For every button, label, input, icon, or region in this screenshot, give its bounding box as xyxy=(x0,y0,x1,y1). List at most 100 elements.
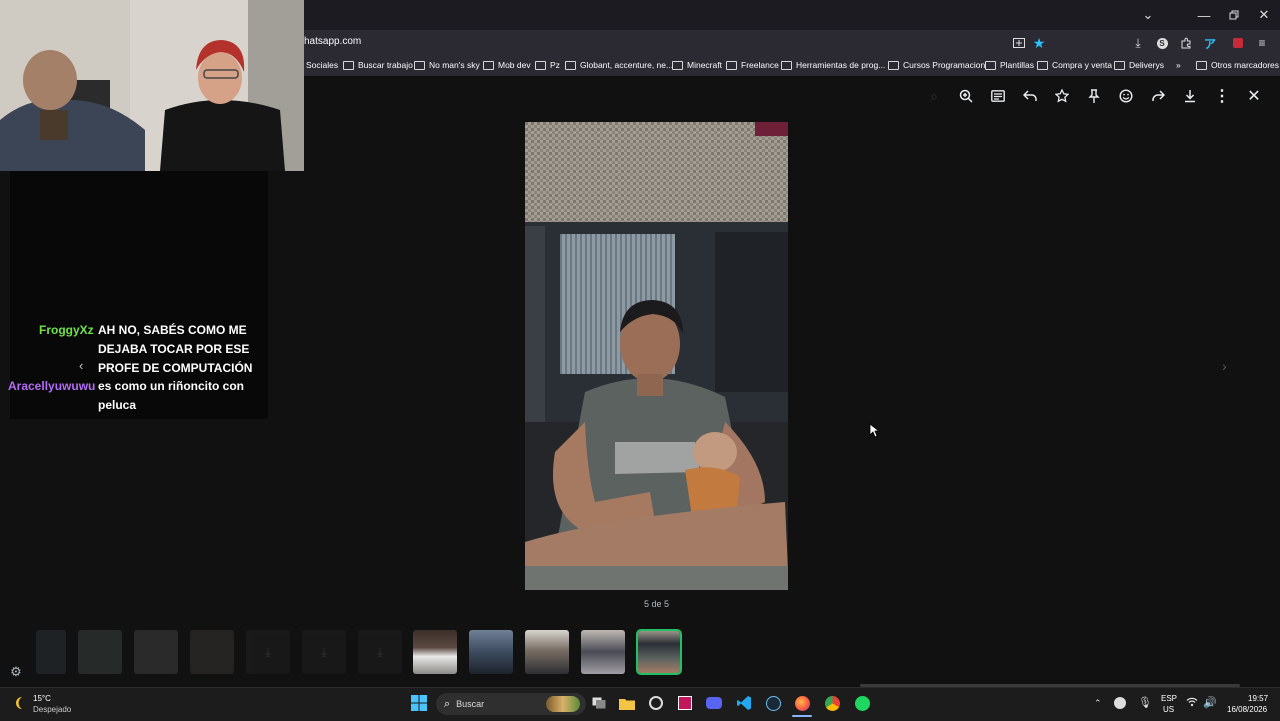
star-icon xyxy=(1055,89,1069,103)
reader-view-icon[interactable] xyxy=(1009,33,1029,53)
message-icon xyxy=(991,90,1005,102)
extensions-icon[interactable] xyxy=(1176,33,1196,53)
thumbnail[interactable] xyxy=(190,630,234,674)
folder-icon xyxy=(1114,60,1125,70)
thumbnail[interactable] xyxy=(36,630,66,674)
stream-chat-overlay: FroggyXz AH NO, SABÉS COMO ME DEJABA TOC… xyxy=(8,171,268,419)
bookmark-folder[interactable]: Freelance xyxy=(726,58,779,72)
active-app-indicator xyxy=(792,715,812,717)
vscode-icon[interactable] xyxy=(733,692,755,714)
account-icon[interactable]: S xyxy=(1152,33,1172,53)
search-icon: ⌕ xyxy=(444,697,451,710)
viewer-photo xyxy=(525,122,788,590)
download-icon: ⤓ xyxy=(321,644,327,659)
bookmark-folder[interactable]: No man's sky xyxy=(414,58,480,72)
chrome-icon[interactable] xyxy=(821,692,843,714)
weather-temp: 15°C xyxy=(33,694,51,703)
photo-image xyxy=(525,122,788,590)
emoji-icon xyxy=(1119,89,1133,103)
bookmark-folder[interactable]: Compra y venta xyxy=(1037,58,1112,72)
start-button[interactable] xyxy=(408,692,430,714)
steam-icon[interactable] xyxy=(762,692,784,714)
thumbnail-download[interactable]: ⤓ xyxy=(358,630,402,674)
thumbnail[interactable] xyxy=(469,630,513,674)
translate-extension-icon[interactable]: ア xyxy=(1200,33,1220,53)
react-button[interactable] xyxy=(1114,84,1138,108)
folder-icon xyxy=(1196,60,1207,70)
jetbrains-icon[interactable] xyxy=(674,692,696,714)
discord-icon[interactable] xyxy=(703,692,725,714)
thumbnail[interactable] xyxy=(134,630,178,674)
language-bottom[interactable]: US xyxy=(1163,705,1174,714)
task-view-icon[interactable] xyxy=(588,692,610,714)
bookmark-folder[interactable]: Mob dev xyxy=(483,58,531,72)
thumbnail[interactable] xyxy=(78,630,122,674)
settings-gear-icon[interactable]: ⚙ xyxy=(8,664,24,680)
bookmark-folder[interactable]: Buscar trabajo xyxy=(343,58,413,72)
bookmark-star-icon[interactable]: ★ xyxy=(1029,33,1049,53)
next-arrow-icon[interactable]: › xyxy=(1222,358,1227,374)
search-highlight-image xyxy=(546,696,580,712)
bookmark-folder[interactable]: Cursos Programacion xyxy=(888,58,985,72)
addon-badge-icon[interactable] xyxy=(1228,33,1248,53)
star-button[interactable] xyxy=(1050,84,1074,108)
bookmark-folder[interactable]: Pz xyxy=(535,58,560,72)
download-button[interactable] xyxy=(1178,84,1202,108)
thumbnail[interactable] xyxy=(525,630,569,674)
folder-icon xyxy=(535,60,546,70)
bookmark-folder-other[interactable]: Otros marcadores xyxy=(1196,58,1279,72)
taskbar-search[interactable]: ⌕ Buscar xyxy=(436,693,586,715)
thumbnail[interactable] xyxy=(581,630,625,674)
forward-button[interactable] xyxy=(1146,84,1170,108)
close-viewer-button[interactable]: ✕ xyxy=(1242,84,1266,108)
weather-desc: Despejado xyxy=(33,705,72,714)
windows-taskbar xyxy=(0,687,1280,721)
tab-list-chevron-icon[interactable]: ⌄ xyxy=(1130,0,1166,30)
microphone-icon[interactable]: 🎙 xyxy=(1138,696,1152,709)
tray-app-icon[interactable] xyxy=(1114,697,1126,709)
close-window-button[interactable]: ✕ xyxy=(1246,0,1280,30)
firefox-icon[interactable] xyxy=(791,692,813,714)
bookmark-folder[interactable]: Herramientas de prog... xyxy=(781,58,885,72)
zoom-in-icon xyxy=(959,89,973,103)
zoom-in-button[interactable] xyxy=(954,84,978,108)
clock-time[interactable]: 19:57 xyxy=(1248,694,1268,703)
prev-arrow-icon[interactable]: ‹ xyxy=(79,358,83,373)
tray-chevron-up-icon[interactable]: ⌃ xyxy=(1094,698,1102,709)
thumbnail-selected[interactable] xyxy=(636,629,682,675)
folder-icon xyxy=(726,60,737,70)
image-counter: 5 de 5 xyxy=(643,599,670,609)
pin-button[interactable] xyxy=(1082,84,1106,108)
spotify-icon[interactable] xyxy=(851,692,873,714)
bookmark-item[interactable]: Sociales xyxy=(306,58,338,72)
folder-icon xyxy=(985,60,996,70)
chat-message: es como un riñoncito con peluca xyxy=(98,379,245,412)
github-icon[interactable] xyxy=(645,692,667,714)
folder-icon xyxy=(672,60,683,70)
folder-icon xyxy=(414,60,425,70)
view-message-button[interactable] xyxy=(986,84,1010,108)
folder-icon xyxy=(483,60,494,70)
clock-date[interactable]: 16/08/2026 xyxy=(1227,705,1267,714)
search-placeholder: Buscar xyxy=(456,699,485,709)
reply-button[interactable] xyxy=(1018,84,1042,108)
bookmark-folder[interactable]: Plantillas xyxy=(985,58,1034,72)
bookmark-folder[interactable]: Globant, accenture, ne... xyxy=(565,58,673,72)
wifi-icon[interactable] xyxy=(1186,697,1198,710)
downloads-icon[interactable]: ⤓ xyxy=(1128,33,1148,53)
chat-username: Aracellyuwuwu xyxy=(8,379,96,393)
language-top[interactable]: ESP xyxy=(1161,694,1177,703)
url-bar[interactable]: hatsapp.com xyxy=(304,36,361,47)
bookmark-folder[interactable]: Minecraft xyxy=(672,58,722,72)
weather-moon-icon[interactable] xyxy=(12,695,28,711)
more-options-icon[interactable]: ⋮ xyxy=(1210,84,1234,108)
thumbnail[interactable] xyxy=(413,630,457,674)
thumbnail-download[interactable]: ⤓ xyxy=(246,630,290,674)
folder-icon xyxy=(888,60,899,70)
bookmarks-overflow-chevron-icon[interactable]: » xyxy=(1176,58,1181,72)
volume-icon[interactable]: 🔊 xyxy=(1203,696,1217,709)
menu-icon[interactable]: ≡ xyxy=(1252,33,1272,53)
bookmark-folder[interactable]: Deliverys xyxy=(1114,58,1164,72)
thumbnail-download[interactable]: ⤓ xyxy=(302,630,346,674)
file-explorer-icon[interactable] xyxy=(616,692,638,714)
